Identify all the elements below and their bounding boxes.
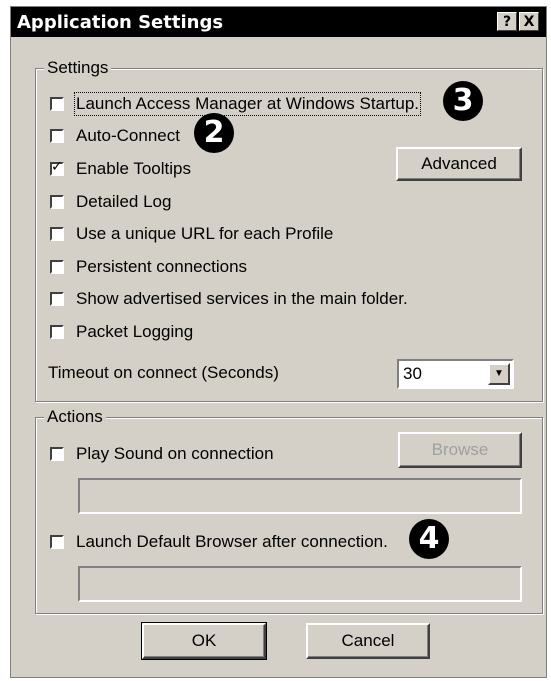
- play-sound-checkbox[interactable]: [50, 447, 64, 461]
- show-advertised-label: Show advertised services in the main fol…: [76, 289, 408, 308]
- enable-tooltips-checkbox[interactable]: [50, 159, 64, 176]
- enable-tooltips-label: Enable Tooltips: [76, 159, 191, 178]
- window-title: Application Settings: [17, 12, 224, 33]
- callout-badge-4: 4: [409, 519, 449, 559]
- advanced-button[interactable]: Advanced: [396, 147, 522, 181]
- launch-browser-label: Launch Default Browser after connection.: [76, 532, 388, 551]
- timeout-row: Timeout on connect (Seconds): [48, 361, 279, 385]
- unique-url-option[interactable]: Use a unique URL for each Profile: [50, 222, 333, 246]
- actions-legend: Actions: [44, 407, 106, 427]
- title-bar: Application Settings ? X: [11, 7, 546, 37]
- timeout-select[interactable]: 30 ▼: [397, 359, 514, 389]
- auto-connect-checkbox[interactable]: [50, 129, 64, 143]
- persistent-connections-label: Persistent connections: [76, 257, 248, 276]
- show-advertised-checkbox[interactable]: [50, 292, 64, 306]
- chevron-down-icon[interactable]: ▼: [488, 363, 510, 385]
- timeout-label: Timeout on connect (Seconds): [48, 363, 279, 382]
- packet-logging-label: Packet Logging: [76, 322, 194, 341]
- launch-browser-option[interactable]: Launch Default Browser after connection.: [50, 530, 388, 554]
- timeout-value: 30: [403, 364, 422, 383]
- cancel-button[interactable]: Cancel: [306, 623, 430, 659]
- application-settings-dialog: Application Settings ? X Settings Launch…: [10, 6, 547, 678]
- browse-button[interactable]: Browse: [398, 432, 522, 468]
- persistent-connections-checkbox[interactable]: [50, 260, 64, 274]
- detailed-log-label: Detailed Log: [76, 192, 172, 211]
- show-advertised-option[interactable]: Show advertised services in the main fol…: [50, 287, 408, 311]
- launch-browser-checkbox[interactable]: [50, 535, 64, 549]
- browser-url-field[interactable]: [78, 566, 522, 602]
- ok-button[interactable]: OK: [141, 622, 267, 660]
- launch-at-startup-checkbox[interactable]: [50, 97, 64, 111]
- detailed-log-checkbox[interactable]: [50, 195, 64, 209]
- launch-at-startup-option[interactable]: Launch Access Manager at Windows Startup…: [50, 92, 422, 116]
- help-button[interactable]: ?: [497, 12, 517, 31]
- launch-at-startup-label: Launch Access Manager at Windows Startup…: [73, 92, 422, 116]
- unique-url-checkbox[interactable]: [50, 227, 64, 241]
- settings-legend: Settings: [44, 58, 112, 78]
- packet-logging-option[interactable]: Packet Logging: [50, 320, 193, 344]
- persistent-connections-option[interactable]: Persistent connections: [50, 255, 247, 279]
- auto-connect-option[interactable]: Auto-Connect: [50, 124, 180, 148]
- auto-connect-label: Auto-Connect: [76, 126, 180, 145]
- actions-group: Actions Play Sound on connection Browse …: [35, 407, 543, 614]
- callout-badge-3: 3: [443, 81, 483, 121]
- enable-tooltips-option[interactable]: Enable Tooltips: [50, 157, 191, 181]
- detailed-log-option[interactable]: Detailed Log: [50, 190, 171, 214]
- play-sound-label: Play Sound on connection: [76, 444, 274, 463]
- callout-badge-2: 2: [194, 113, 234, 153]
- close-button[interactable]: X: [519, 12, 539, 31]
- sound-file-field[interactable]: [78, 478, 522, 514]
- play-sound-option[interactable]: Play Sound on connection: [50, 442, 274, 466]
- unique-url-label: Use a unique URL for each Profile: [76, 224, 334, 243]
- packet-logging-checkbox[interactable]: [50, 325, 64, 339]
